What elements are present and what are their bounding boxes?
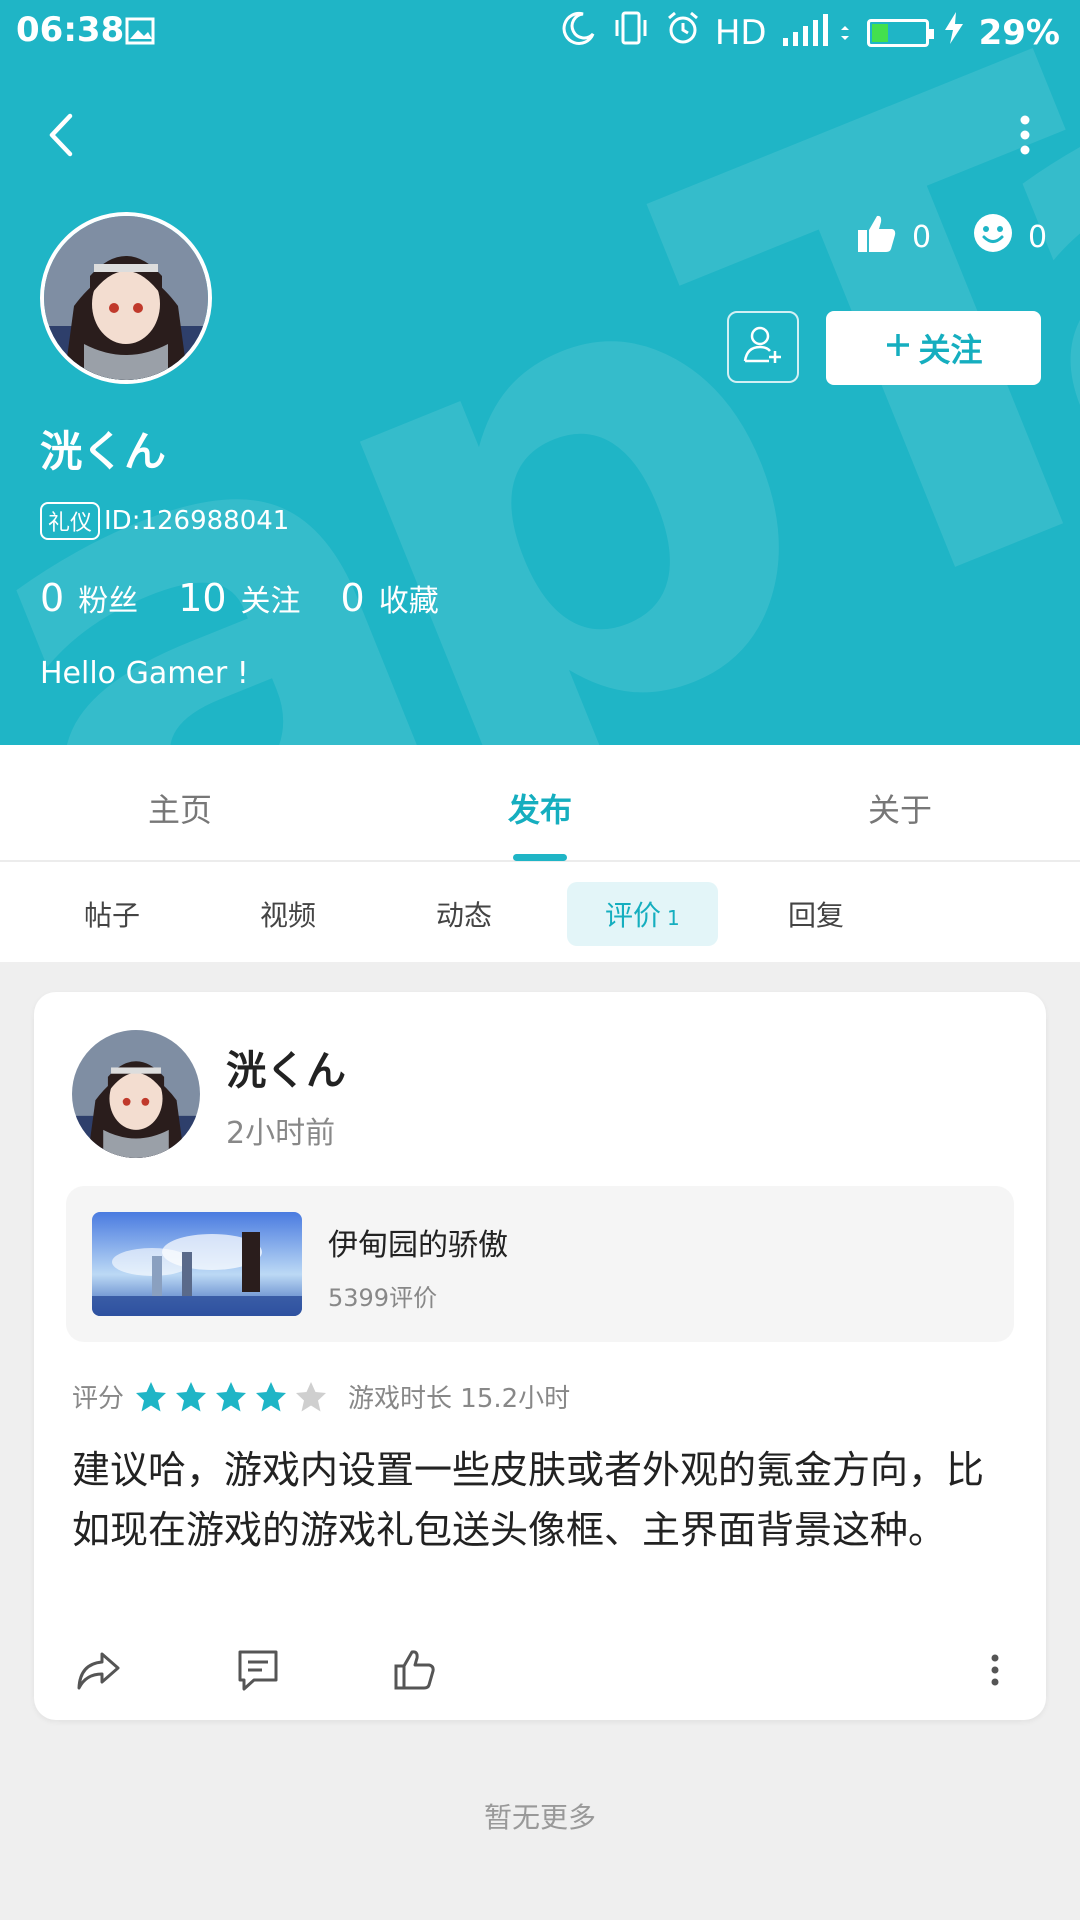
profile-username: 洸くん (40, 427, 167, 476)
subtab-label: 视频 (260, 899, 317, 932)
review-time: 2小时前 (226, 1116, 336, 1151)
star-filled-icon (136, 1381, 167, 1411)
stat-following[interactable]: 10 关注 (178, 576, 300, 620)
status-bar: 06:38 HD 29% (0, 0, 1080, 64)
share-button[interactable] (76, 1648, 120, 1692)
add-friend-button[interactable] (727, 311, 799, 383)
subtab-label: 评价 (605, 899, 662, 932)
stat-value: 10 (178, 576, 227, 620)
playtime: 游戏时长 15.2小时 (348, 1384, 571, 1414)
star-filled-icon (256, 1381, 287, 1411)
card-more-button[interactable] (980, 1648, 1010, 1692)
subtab-reviews[interactable]: 评价 1 (567, 882, 718, 946)
star-filled-icon (176, 1381, 207, 1411)
back-button[interactable] (38, 110, 88, 160)
hd-label: HD (714, 12, 767, 53)
image-notification-icon (124, 14, 158, 57)
alarm-icon (665, 10, 701, 55)
vibrate-icon (611, 10, 651, 55)
plus-icon (884, 329, 912, 367)
stat-label: 关注 (240, 584, 301, 619)
likes-count: 0 (912, 219, 932, 255)
stat-label: 粉丝 (78, 584, 139, 619)
subtab-videos[interactable]: 视频 (260, 894, 316, 934)
rating-row: 评分 游戏时长 15.2小时 (72, 1378, 570, 1415)
stat-value: 0 (340, 576, 365, 620)
subtab-label: 帖子 (84, 899, 141, 932)
profile-header: apTap 06:38 HD 29% 0 0 关注 洸くん 礼仪 ID:1269… (0, 0, 1080, 745)
smile-icon (972, 212, 1014, 262)
tab-about[interactable]: 关于 (800, 785, 1000, 831)
comment-button[interactable] (236, 1648, 280, 1692)
charging-icon (943, 11, 965, 54)
user-id: ID:126988041 (104, 506, 290, 536)
rating-label: 评分 (72, 1384, 125, 1414)
comment-icon (236, 1650, 280, 1696)
follow-label: 关注 (918, 331, 983, 369)
profile-bio: Hello Gamer ! (40, 656, 249, 691)
star-rating (134, 1380, 328, 1414)
battery-icon (866, 18, 934, 47)
stat-favorites[interactable]: 0 收藏 (341, 576, 439, 620)
subtab-label: 动态 (436, 899, 493, 932)
main-tabs: 主页 发布 关于 (0, 745, 1080, 862)
user-id-row: 礼仪 ID:126988041 (40, 502, 289, 540)
star-empty-icon (296, 1381, 327, 1411)
tab-home[interactable]: 主页 (80, 785, 280, 831)
thumbs-up-icon (393, 1650, 437, 1696)
game-thumbnail[interactable] (92, 1212, 302, 1316)
stat-fans[interactable]: 0 粉丝 (40, 576, 138, 620)
active-tab-indicator (513, 854, 567, 861)
battery-level (871, 23, 888, 42)
sub-tabs: 帖子 视频 动态 评价 1 回复 (0, 862, 1080, 962)
subtab-moments[interactable]: 动态 (436, 894, 492, 934)
more-options-button[interactable] (1010, 110, 1040, 160)
signal-icon (781, 8, 853, 57)
no-more-label: 暂无更多 (483, 1801, 596, 1834)
follow-button[interactable]: 关注 (826, 311, 1041, 385)
battery-percent: 29% (978, 12, 1060, 53)
smiles-count: 0 (1028, 219, 1048, 255)
star-filled-icon (216, 1381, 247, 1411)
add-user-icon (741, 323, 785, 371)
status-time: 06:38 (16, 10, 125, 50)
likes-counter[interactable]: 0 (856, 212, 931, 262)
reviewer-name[interactable]: 洸くん (226, 1038, 346, 1096)
profile-stats: 0 粉丝 10 关注 0 收藏 (40, 576, 439, 620)
reviewer-avatar[interactable] (72, 1030, 200, 1158)
tab-posts[interactable]: 发布 (440, 785, 640, 831)
game-name[interactable]: 伊甸园的骄傲 (328, 1220, 508, 1264)
subtab-threads[interactable]: 帖子 (84, 894, 140, 934)
thumbs-up-icon (856, 212, 898, 262)
subtab-replies[interactable]: 回复 (788, 894, 844, 934)
review-text: 建议哈，游戏内设置一些皮肤或者外观的氪金方向，比如现在游戏的游戏礼包送头像框、主… (72, 1448, 985, 1552)
etiquette-badge[interactable]: 礼仪 (40, 502, 101, 540)
stat-label: 收藏 (378, 584, 439, 619)
subtab-count: 1 (667, 906, 680, 930)
more-vertical-icon (980, 1654, 1010, 1696)
smiles-counter[interactable]: 0 (972, 212, 1047, 262)
moon-icon (561, 10, 597, 55)
subtab-label: 回复 (788, 899, 845, 932)
stat-value: 0 (40, 576, 65, 620)
game-review-count: 5399评价 (328, 1284, 438, 1312)
like-button[interactable] (393, 1648, 437, 1692)
profile-avatar[interactable] (40, 212, 212, 384)
share-icon (76, 1652, 120, 1696)
